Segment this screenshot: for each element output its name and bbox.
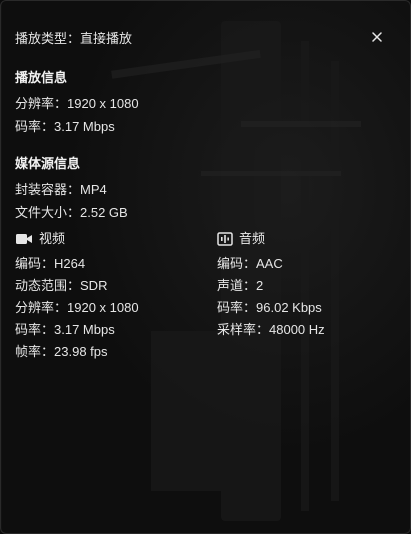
playback-type-row: 播放类型：直接播放: [15, 30, 132, 48]
video-bitrate-label: 码率：: [15, 322, 55, 337]
container-label: 封装容器：: [15, 182, 81, 197]
playback-info-heading: 播放信息: [15, 70, 68, 85]
video-bitrate-value: 3.17 Mbps: [54, 322, 115, 337]
media-source-heading: 媒体源信息: [15, 156, 81, 171]
video-dynamic-range-row: 动态范围：SDR: [15, 277, 107, 295]
audio-section-heading: 音频: [217, 230, 265, 248]
playback-type-label: 播放类型：: [15, 31, 81, 46]
video-camera-icon: [16, 234, 32, 244]
video-resolution-label: 分辨率：: [15, 300, 68, 315]
audio-bitrate-label: 码率：: [217, 300, 257, 315]
audio-channels-value: 2: [256, 278, 264, 293]
playback-type-value: 直接播放: [80, 31, 133, 46]
video-section-heading: 视频: [15, 230, 65, 248]
video-dynamic-range-value: SDR: [80, 278, 108, 293]
video-framerate-value: 23.98 fps: [54, 344, 108, 359]
video-codec-value: H264: [54, 256, 86, 271]
video-dynamic-range-label: 动态范围：: [15, 278, 81, 293]
video-resolution-row: 分辨率：1920 x 1080: [15, 299, 139, 317]
playback-bitrate-label: 码率：: [15, 119, 55, 134]
audio-codec-label: 编码：: [217, 256, 257, 271]
container-value: MP4: [80, 182, 107, 197]
playback-resolution-label: 分辨率：: [15, 96, 68, 111]
playback-resolution-row: 分辨率：1920 x 1080: [15, 95, 139, 113]
filesize-label: 文件大小：: [15, 205, 81, 220]
video-codec-label: 编码：: [15, 256, 55, 271]
dialog-content: 播放类型：直接播放 播放信息 分辨率：1920 x 1080 码率：3.17 M…: [1, 1, 410, 533]
audio-codec-row: 编码：AAC: [217, 255, 283, 273]
playback-bitrate-row: 码率：3.17 Mbps: [15, 118, 115, 136]
playback-bitrate-value: 3.17 Mbps: [54, 119, 115, 134]
audio-codec-value: AAC: [256, 256, 283, 271]
audio-samplerate-value: 48000 Hz: [269, 322, 325, 337]
audio-bitrate-value: 96.02 Kbps: [256, 300, 322, 315]
audio-channels-row: 声道：2: [217, 277, 263, 295]
video-framerate-label: 帧率：: [15, 344, 55, 359]
media-info-dialog: 播放类型：直接播放 播放信息 分辨率：1920 x 1080 码率：3.17 M…: [0, 0, 411, 534]
audio-section-title: 音频: [239, 231, 266, 246]
close-button[interactable]: [367, 27, 387, 47]
playback-resolution-value: 1920 x 1080: [67, 96, 139, 111]
video-codec-row: 编码：H264: [15, 255, 85, 273]
close-icon: [372, 32, 382, 42]
audio-bars-icon: [217, 232, 233, 246]
audio-samplerate-row: 采样率：48000 Hz: [217, 321, 325, 339]
audio-samplerate-label: 采样率：: [217, 322, 270, 337]
filesize-value: 2.52 GB: [80, 205, 128, 220]
video-resolution-value: 1920 x 1080: [67, 300, 139, 315]
video-framerate-row: 帧率：23.98 fps: [15, 343, 108, 361]
container-row: 封装容器：MP4: [15, 181, 107, 199]
audio-channels-label: 声道：: [217, 278, 257, 293]
video-bitrate-row: 码率：3.17 Mbps: [15, 321, 115, 339]
video-section-title: 视频: [39, 231, 66, 246]
audio-bitrate-row: 码率：96.02 Kbps: [217, 299, 322, 317]
filesize-row: 文件大小：2.52 GB: [15, 204, 128, 222]
